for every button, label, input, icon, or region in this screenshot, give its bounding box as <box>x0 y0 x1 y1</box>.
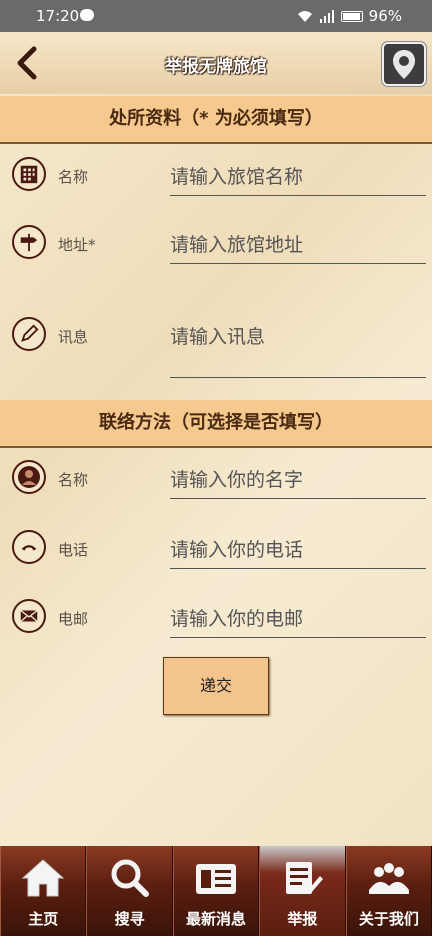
location-pin-icon <box>393 50 415 79</box>
section-contact-title: 联络方法（可选择是否填写） <box>0 400 432 448</box>
app-header: 举报无牌旅馆 <box>0 32 432 94</box>
home-icon <box>21 859 65 897</box>
section-venue-title: 处所资料（* 为必须填写） <box>0 96 432 144</box>
email-label: 电邮 <box>58 610 89 628</box>
battery-percent: 96% <box>368 7 402 25</box>
message-label: 讯息 <box>58 328 89 346</box>
chat-notification-icon <box>80 9 94 21</box>
venue-name-input[interactable]: 请输入旅馆名称 <box>170 162 426 196</box>
tab-news-label: 最新消息 <box>186 910 247 928</box>
report-form-icon <box>286 862 324 894</box>
location-button[interactable] <box>382 42 426 86</box>
tab-home-label: 主页 <box>28 910 59 928</box>
battery-icon <box>340 10 363 22</box>
status-bar: 17:20 96% <box>0 0 432 32</box>
signal-icon <box>319 9 334 23</box>
phone-icon <box>12 530 46 564</box>
signpost-icon <box>12 225 46 259</box>
mail-icon <box>12 599 46 633</box>
tab-search[interactable]: 搜寻 <box>86 846 173 936</box>
people-icon <box>368 863 409 894</box>
tab-about[interactable]: 关于我们 <box>345 846 432 936</box>
tab-about-label: 关于我们 <box>358 910 419 928</box>
pencil-icon <box>12 317 46 351</box>
page-title: 举报无牌旅馆 <box>165 57 267 77</box>
tab-home[interactable]: 主页 <box>0 846 87 936</box>
tab-report[interactable]: 举报 <box>259 846 346 936</box>
contact-name-input[interactable]: 请输入你的名字 <box>170 465 426 499</box>
venue-address-input[interactable]: 请输入旅馆地址 <box>170 230 426 264</box>
report-form: 处所资料（* 为必须填写） 名称 请输入旅馆名称 地址* 请输入旅馆地址 讯息 … <box>0 94 432 846</box>
tab-search-label: 搜寻 <box>114 910 145 928</box>
phone-label: 电话 <box>58 541 89 559</box>
venue-address-label: 地址* <box>58 236 96 254</box>
message-input[interactable]: 请输入讯息 <box>170 322 426 378</box>
status-time: 17:20 <box>36 7 80 25</box>
tab-report-label: 举报 <box>287 910 318 928</box>
person-icon <box>12 460 46 494</box>
bottom-tab-bar: 主页 搜寻 最新消息 举报 关于我们 <box>0 846 432 936</box>
tab-news[interactable]: 最新消息 <box>172 846 260 936</box>
email-input[interactable]: 请输入你的电邮 <box>170 604 426 638</box>
phone-input[interactable]: 请输入你的电话 <box>170 535 426 569</box>
submit-button[interactable]: 递交 <box>163 657 269 715</box>
contact-name-label: 名称 <box>58 471 89 489</box>
building-icon <box>12 157 46 191</box>
wifi-icon <box>297 10 312 22</box>
newspaper-icon <box>196 864 237 894</box>
magnifier-icon <box>111 859 149 897</box>
venue-name-label: 名称 <box>58 168 89 186</box>
